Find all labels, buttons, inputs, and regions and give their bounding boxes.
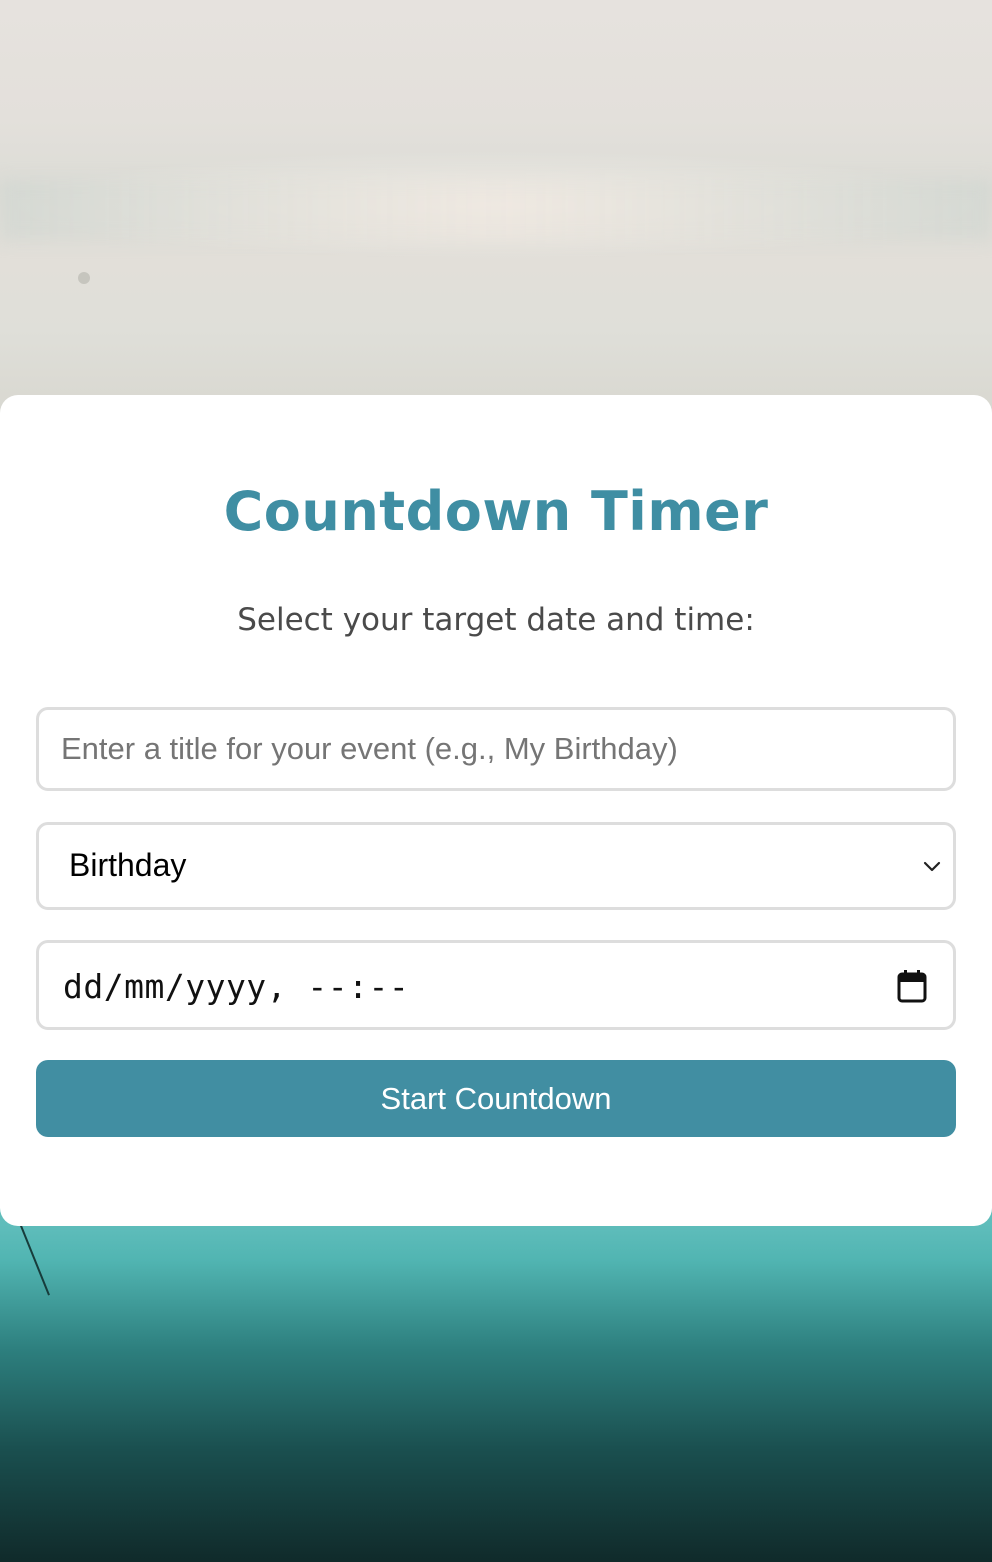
start-countdown-button[interactable]: Start Countdown (36, 1060, 956, 1137)
chevron-down-icon (923, 861, 941, 872)
calendar-icon[interactable] (897, 969, 927, 1003)
background-grass-stalk (20, 1225, 50, 1296)
event-type-select[interactable]: Birthday (36, 822, 956, 910)
datetime-input-value: dd/mm/yyyy, --:-- (63, 967, 410, 1006)
event-title-input[interactable] (36, 707, 956, 791)
event-type-selected-value: Birthday (69, 847, 187, 883)
page-title: Countdown Timer (223, 480, 769, 543)
background-speck (78, 272, 90, 284)
datetime-input[interactable]: dd/mm/yyyy, --:-- (36, 940, 956, 1030)
background-mist-band (0, 180, 992, 240)
page-subtitle: Select your target date and time: (237, 602, 755, 638)
